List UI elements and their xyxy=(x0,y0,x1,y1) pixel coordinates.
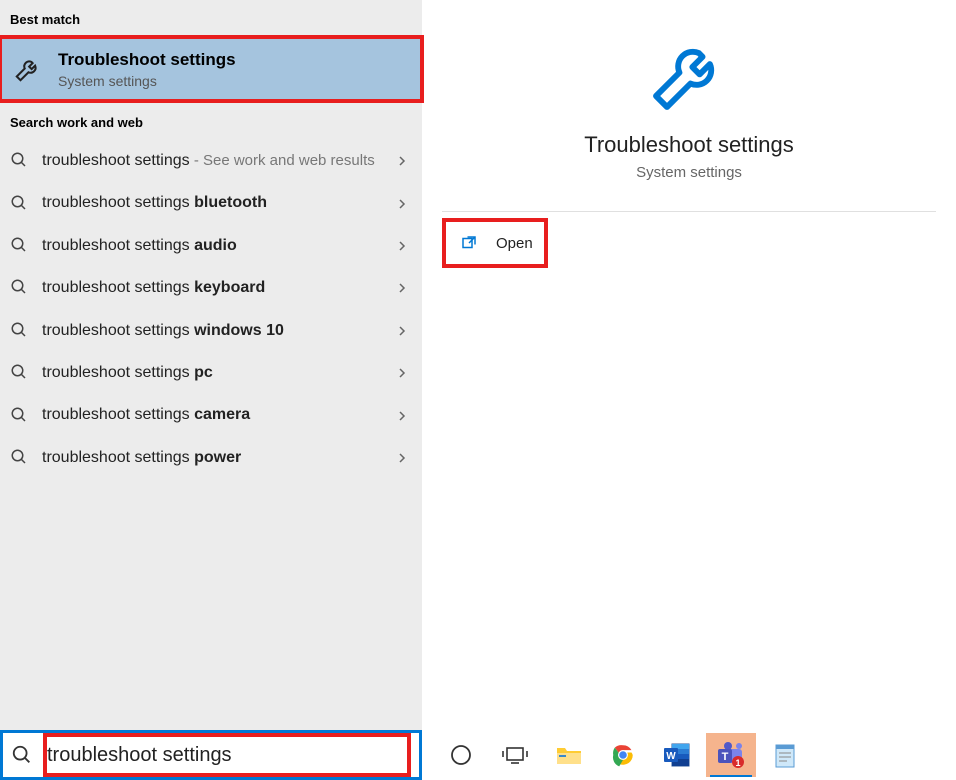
search-icon xyxy=(10,278,30,298)
search-suggestion[interactable]: troubleshoot settings - See work and web… xyxy=(0,140,422,182)
search-icon xyxy=(10,194,30,214)
preview-title: Troubleshoot settings xyxy=(422,132,956,158)
divider xyxy=(442,211,936,212)
preview-pane: Troubleshoot settings System settings Op… xyxy=(422,0,956,730)
teams-icon[interactable]: T 1 xyxy=(706,733,756,777)
search-icon xyxy=(10,236,30,256)
search-suggestion[interactable]: troubleshoot settings power xyxy=(0,437,422,479)
suggestion-text: troubleshoot settings audio xyxy=(42,235,384,257)
svg-text:T: T xyxy=(722,751,729,763)
best-match-subtitle: System settings xyxy=(58,73,236,89)
best-match-header: Best match xyxy=(0,0,422,37)
suggestion-text: troubleshoot settings pc xyxy=(42,362,384,384)
suggestion-text: troubleshoot settings power xyxy=(42,447,384,469)
search-icon xyxy=(10,321,30,341)
search-results-pane: Best match Troubleshoot settings System … xyxy=(0,0,422,730)
search-suggestion[interactable]: troubleshoot settings audio xyxy=(0,225,422,267)
preview-subtitle: System settings xyxy=(422,164,956,181)
taskbar-icons: W T 1 xyxy=(422,733,956,777)
search-input[interactable] xyxy=(47,744,411,767)
wrench-icon-large xyxy=(422,30,956,118)
suggestion-text: troubleshoot settings bluetooth xyxy=(42,192,384,214)
search-icon xyxy=(10,151,30,171)
best-match-item[interactable]: Troubleshoot settings System settings xyxy=(0,37,422,101)
search-suggestion[interactable]: troubleshoot settings keyboard xyxy=(0,267,422,309)
search-suggestion[interactable]: troubleshoot settings bluetooth xyxy=(0,182,422,224)
chevron-right-icon xyxy=(396,325,412,337)
suggestion-text: troubleshoot settings camera xyxy=(42,404,384,426)
chrome-icon[interactable] xyxy=(598,733,648,777)
open-label: Open xyxy=(496,235,533,252)
chevron-right-icon xyxy=(396,452,412,464)
search-suggestion[interactable]: troubleshoot settings pc xyxy=(0,352,422,394)
search-suggestion[interactable]: troubleshoot settings camera xyxy=(0,394,422,436)
search-box[interactable] xyxy=(0,730,422,780)
cortana-icon[interactable] xyxy=(436,733,486,777)
svg-text:1: 1 xyxy=(735,758,740,768)
open-external-icon xyxy=(460,234,478,252)
chevron-right-icon xyxy=(396,198,412,210)
word-icon[interactable]: W xyxy=(652,733,702,777)
wrench-icon xyxy=(10,51,46,87)
search-icon xyxy=(11,744,35,766)
chevron-right-icon xyxy=(396,155,412,167)
chevron-right-icon xyxy=(396,282,412,294)
search-suggestion[interactable]: troubleshoot settings windows 10 xyxy=(0,310,422,352)
file-explorer-icon[interactable] xyxy=(544,733,594,777)
search-icon xyxy=(10,363,30,383)
svg-text:W: W xyxy=(666,751,676,762)
suggestion-text: troubleshoot settings keyboard xyxy=(42,277,384,299)
best-match-title: Troubleshoot settings xyxy=(58,49,236,71)
taskbar: W T 1 xyxy=(0,730,956,780)
search-web-header: Search work and web xyxy=(0,103,422,140)
search-icon xyxy=(10,406,30,426)
suggestion-text: troubleshoot settings windows 10 xyxy=(42,320,384,342)
search-icon xyxy=(10,448,30,468)
chevron-right-icon xyxy=(396,410,412,422)
notepad-icon[interactable] xyxy=(760,733,810,777)
task-view-icon[interactable] xyxy=(490,733,540,777)
suggestion-text: troubleshoot settings - See work and web… xyxy=(42,150,384,172)
open-action[interactable]: Open xyxy=(444,220,546,266)
chevron-right-icon xyxy=(396,367,412,379)
chevron-right-icon xyxy=(396,240,412,252)
